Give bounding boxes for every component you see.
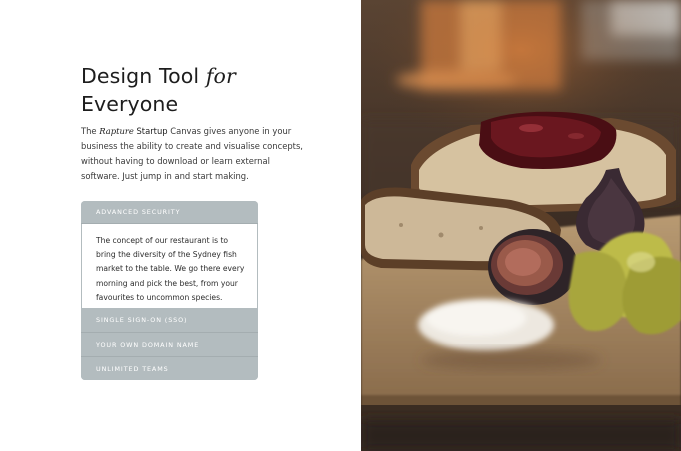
intro-brand-strong: Startup [133,126,168,136]
accordion-item-domain[interactable]: YOUR OWN DOMAIN NAME [81,332,258,356]
accordion-item-sso[interactable]: SINGLE SIGN-ON (SSO) [81,308,258,332]
accordion-item-teams[interactable]: UNLIMITED TEAMS [81,356,258,380]
features-accordion: ADVANCED SECURITY The concept of our res… [81,201,258,380]
hero-photo-bread-jam-figs [361,0,681,451]
accordion-header-advanced-security[interactable]: ADVANCED SECURITY [81,201,258,224]
intro-brand-em: Rapture [99,126,134,136]
page-title: Design Tool for Everyone [81,62,341,118]
title-line2: Everyone [81,92,179,116]
accordion-panel-body: The concept of our restaurant is to brin… [82,224,257,308]
title-emphasis: for [205,64,236,88]
intro-paragraph: The Rapture Startup Canvas gives anyone … [81,124,311,184]
intro-prefix: The [81,126,100,136]
content-panel: Design Tool for Everyone The Rapture Star… [0,0,361,451]
title-main: Design Tool [81,64,206,88]
